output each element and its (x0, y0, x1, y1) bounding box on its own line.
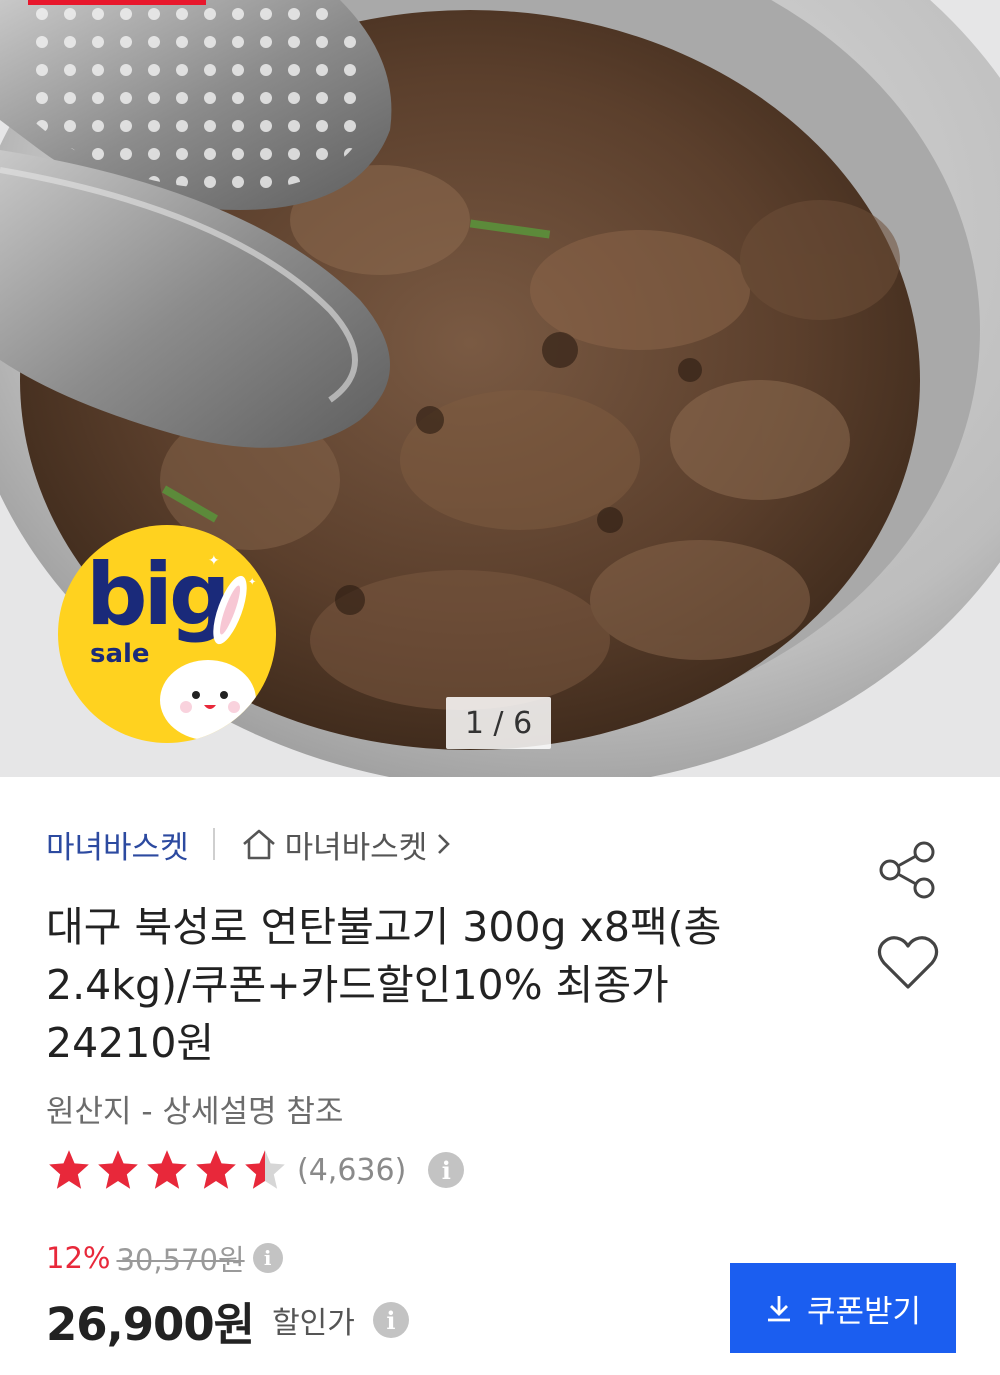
product-title: 대구 북성로 연탄불고기 300g x8팩(총 2.4kg)/쿠폰+카드할인10… (46, 903, 722, 1067)
store-link-label: 마녀바스켓 (284, 829, 428, 866)
coupon-button-label: 쿠폰받기 (806, 1293, 922, 1329)
rating-row[interactable]: (4,636) i (46, 1146, 465, 1194)
discount-rate: 12% (46, 1241, 111, 1275)
origin-info: 원산지 - 상세설명 참조 (46, 1094, 344, 1130)
share-icon[interactable] (876, 838, 940, 902)
chevron-right-icon (438, 834, 451, 854)
svg-text:✦: ✦ (248, 577, 256, 588)
star-icon (196, 1150, 236, 1189)
download-coupon-button[interactable]: 쿠폰받기 (730, 1263, 956, 1353)
sale-price-row: 26,900원 할인가 i (46, 1290, 409, 1351)
seller-name-link[interactable]: 마녀바스켓 (46, 822, 189, 867)
rabbit-mascot-icon: ✦ ✦ (160, 553, 256, 740)
original-price-row: 12% 30,570원 i (46, 1238, 283, 1278)
big-sale-badge: big sale ✦ ✦ (58, 525, 276, 743)
original-price: 30,570원 (116, 1243, 245, 1277)
sale-price-info-icon[interactable]: i (372, 1302, 409, 1338)
product-image-gallery[interactable]: big sale ✦ ✦ 1 / 6 (0, 0, 1000, 777)
original-price-info-icon[interactable]: i (252, 1243, 283, 1273)
seller-divider (212, 828, 215, 860)
sale-price-label: 할인가 (272, 1306, 355, 1341)
review-count[interactable]: (4,636) (297, 1153, 406, 1188)
rating-info-icon[interactable]: i (428, 1152, 465, 1188)
home-icon (242, 829, 275, 860)
star-icon (98, 1150, 138, 1189)
heart-icon[interactable] (876, 933, 940, 993)
star-icon (245, 1150, 285, 1189)
image-counter: 1 / 6 (446, 697, 551, 749)
download-icon (767, 1296, 790, 1322)
star-icon (147, 1150, 187, 1189)
star-icon (49, 1150, 89, 1189)
seller-row: 마녀바스켓 마녀바스켓 (46, 822, 459, 866)
store-home-link[interactable]: 마녀바스켓 (241, 822, 460, 867)
top-accent-strip (28, 0, 206, 5)
svg-text:✦: ✦ (208, 553, 220, 569)
sale-price: 26,900원 (46, 1297, 255, 1351)
star-rating (46, 1148, 291, 1192)
